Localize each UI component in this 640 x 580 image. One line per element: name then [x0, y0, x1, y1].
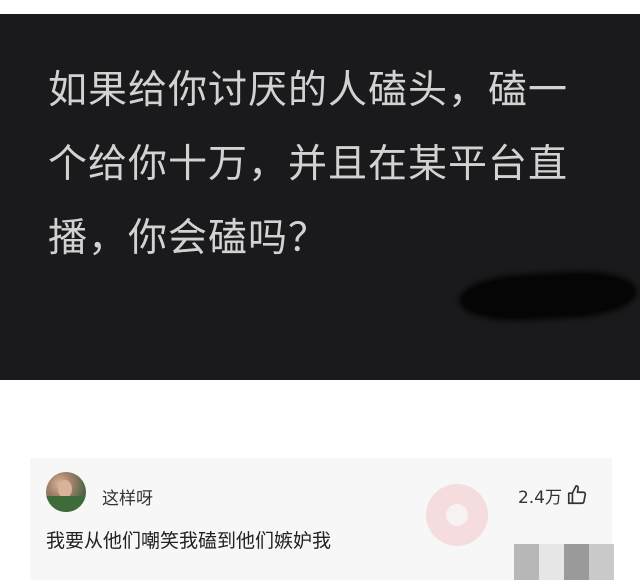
redaction-scribble [461, 271, 635, 321]
avatar-background [46, 496, 86, 512]
thumbs-up-icon [567, 485, 587, 505]
user-avatar[interactable] [46, 472, 86, 512]
like-count: 2.4万 [517, 487, 562, 508]
watermark-stamp [426, 484, 488, 546]
separator [0, 380, 640, 458]
comment-username[interactable]: 这样呀 [102, 484, 153, 509]
comment-item: 这样呀 2.4万 我要从他们嘲笑我磕到他们嫉妒我 [30, 458, 614, 580]
mosaic-blur [514, 544, 614, 580]
question-card: 如果给你讨厌的人磕头，磕一个给你十万，并且在某平台直播，你会磕吗？ [0, 14, 640, 380]
question-text: 如果给你讨厌的人磕头，磕一个给你十万，并且在某平台直播，你会磕吗？ [48, 68, 569, 261]
page: 如果给你讨厌的人磕头，磕一个给你十万，并且在某平台直播，你会磕吗？ 这样呀 2.… [0, 0, 640, 580]
comment-text: 我要从他们嘲笑我磕到他们嫉妒我 [46, 530, 332, 552]
like-button[interactable]: 2.4万 [517, 484, 588, 508]
